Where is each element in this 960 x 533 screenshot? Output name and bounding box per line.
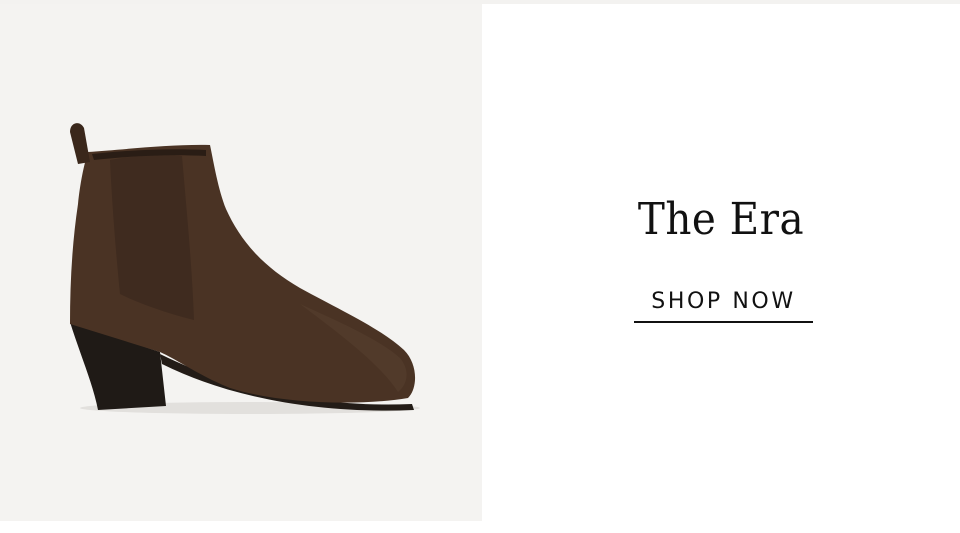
- product-image-panel[interactable]: [0, 4, 482, 521]
- product-title: The Era: [637, 194, 805, 245]
- shop-now-underline: [634, 321, 813, 323]
- promo-banner: The Era SHOP NOW: [0, 0, 960, 533]
- promo-text-panel: The Era SHOP NOW: [482, 0, 960, 533]
- ankle-boot-image: [70, 123, 420, 414]
- boot-pull-tab: [70, 123, 90, 164]
- shop-now-link[interactable]: SHOP NOW: [634, 288, 813, 316]
